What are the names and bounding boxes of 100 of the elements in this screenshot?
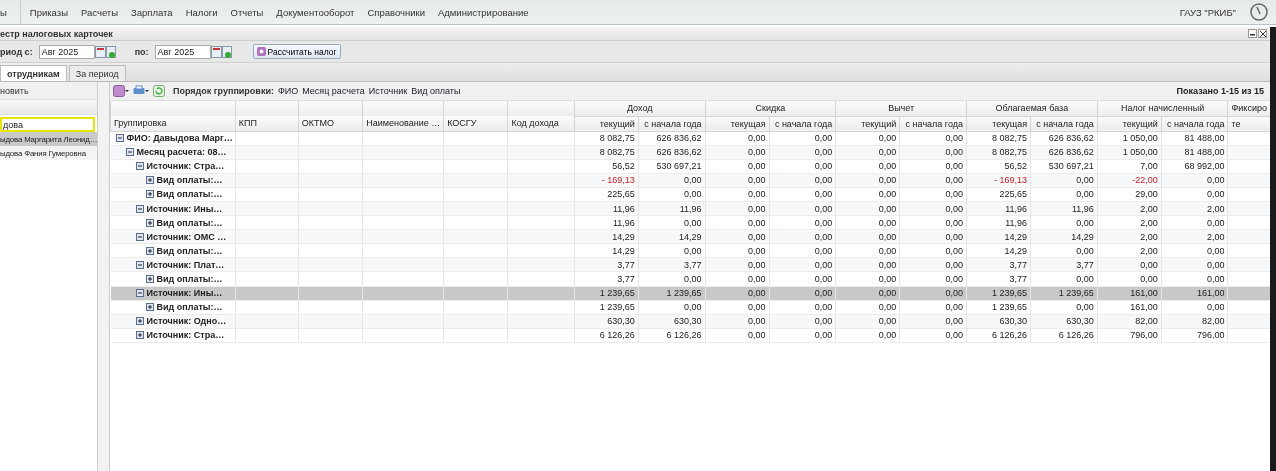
table-cell: 0,00: [769, 131, 836, 146]
refresh-icon[interactable]: [153, 85, 165, 97]
table-cell: 14,29: [1030, 229, 1098, 244]
table-cell: 0,00: [638, 271, 706, 287]
calendar-icon[interactable]: [94, 44, 117, 59]
table-cell: 0,00: [1161, 187, 1228, 202]
minimize-icon[interactable]: [1248, 29, 1257, 38]
column-header[interactable]: КПП: [235, 116, 299, 131]
collapse-icon[interactable]: [135, 289, 144, 298]
grouping-link[interactable]: Месяц расчета: [302, 86, 365, 96]
table-cell: 0,00: [899, 300, 967, 315]
table-cell: 0,00: [1097, 271, 1162, 287]
menu-item[interactable]: Документооборот: [276, 6, 355, 18]
grouping-link[interactable]: ФИО: [277, 86, 299, 96]
table-cell: 0,00: [899, 145, 967, 160]
table-cell: 0,00: [1030, 173, 1098, 188]
table-cell: 626 836,62: [1030, 131, 1098, 146]
table-cell: 0,00: [705, 257, 770, 272]
table-cell: 0,00: [769, 215, 836, 230]
table-cell: 0,00: [835, 187, 900, 202]
table-cell: 0,00: [705, 300, 770, 315]
menu-item[interactable]: Налоги: [185, 6, 218, 18]
collapse-icon[interactable]: [115, 134, 124, 143]
grouping-link[interactable]: Вид оплаты: [411, 86, 461, 96]
table-cell: 161,00: [1161, 286, 1228, 301]
expand-icon[interactable]: [145, 275, 154, 283]
power-icon[interactable]: [1250, 3, 1268, 21]
collapse-icon[interactable]: [135, 162, 144, 171]
table-cell: 0,00: [899, 201, 967, 216]
table-cell: 3,77: [638, 257, 706, 272]
table-cell: 0,00: [835, 215, 900, 230]
table-cell: 0,00: [705, 243, 770, 258]
table-cell: 0,00: [705, 328, 770, 343]
table-cell: 0,00: [769, 229, 836, 244]
menu-item[interactable]: Зарплата: [131, 6, 173, 18]
table-cell: 0,00: [705, 314, 770, 329]
menu-item[interactable]: Расчеты: [81, 6, 119, 18]
column-header[interactable]: Группировка: [110, 116, 236, 131]
table-cell: 0,00: [1161, 271, 1228, 287]
tab[interactable]: За период: [68, 65, 126, 81]
expand-icon[interactable]: [135, 317, 144, 326]
table-cell: 0,00: [835, 145, 900, 160]
table-cell: 0,00: [835, 201, 900, 216]
table-cell: 0,00: [1161, 243, 1228, 258]
table-cell: 0,00: [835, 131, 900, 146]
refresh-button[interactable]: новить: [0, 85, 29, 96]
table-cell: 2,00: [1161, 229, 1228, 244]
column-header[interactable]: ОКТМО: [298, 116, 363, 131]
expand-icon[interactable]: [145, 218, 154, 227]
table-cell: 0,00: [899, 187, 967, 202]
table-cell: 626 836,62: [1030, 145, 1098, 160]
expand-icon[interactable]: [145, 303, 154, 312]
table-cell: 0,00: [769, 243, 836, 258]
expand-icon[interactable]: [145, 190, 154, 199]
column-header[interactable]: Код дохода: [507, 116, 575, 131]
menu-item[interactable]: Справочники: [367, 6, 425, 18]
collapse-icon[interactable]: [135, 204, 144, 213]
group-label: Источник: Ины…: [146, 203, 223, 214]
table-cell: 8 082,75: [966, 145, 1031, 160]
table-cell: 0,00: [1030, 300, 1098, 315]
column-header[interactable]: Наименование …: [362, 116, 444, 131]
printer-icon[interactable]: [133, 85, 149, 97]
grouping-link[interactable]: Источник: [368, 86, 408, 96]
table-cell: 82,00: [1161, 314, 1228, 329]
table-cell: 0,00: [899, 286, 967, 301]
menu-item[interactable]: Приказы: [29, 6, 68, 18]
table-cell: 14,29: [966, 243, 1031, 258]
collapse-icon[interactable]: [135, 260, 144, 269]
calendar-icon[interactable]: [210, 44, 233, 59]
table-cell: 1 239,65: [574, 300, 639, 315]
menu-item[interactable]: Отчеты: [230, 6, 264, 18]
table-cell: 0,00: [705, 201, 770, 216]
table-cell: 630,30: [574, 314, 639, 329]
search-field[interactable]: дова: [0, 117, 95, 132]
table-cell: 56,52: [574, 159, 639, 174]
close-icon[interactable]: [1258, 29, 1267, 38]
date-field[interactable]: Авг 2025: [154, 44, 211, 59]
expand-icon[interactable]: [135, 331, 144, 340]
calculate-tax-button[interactable]: Рассчитать налог: [252, 44, 341, 59]
expand-icon[interactable]: [145, 246, 154, 255]
menu-item[interactable]: Администрирование: [437, 6, 529, 18]
collapse-icon[interactable]: [125, 148, 134, 157]
window-title: естр налоговых карточек: [0, 28, 113, 39]
date-field[interactable]: Авг 2025: [38, 44, 95, 59]
table-cell: 81 488,00: [1161, 145, 1228, 160]
table-cell: 0,00: [835, 271, 900, 287]
add-icon[interactable]: [113, 85, 129, 97]
table-cell: - 169,13: [966, 173, 1031, 188]
table-cell: 0,00: [835, 229, 900, 244]
collapse-icon[interactable]: [135, 232, 144, 241]
menu-item[interactable]: ы: [0, 6, 7, 18]
table-cell: 11,96: [638, 201, 706, 216]
column-header[interactable]: КОСГУ: [443, 116, 508, 131]
table-cell: 0,00: [769, 314, 836, 329]
table-cell: 0,00: [899, 271, 967, 287]
tab[interactable]: отрудникам: [0, 65, 67, 81]
expand-icon[interactable]: [145, 176, 154, 185]
table-cell: 2,00: [1097, 201, 1162, 216]
table-cell: 11,96: [1030, 201, 1098, 216]
table-cell: 8 082,75: [574, 145, 639, 160]
